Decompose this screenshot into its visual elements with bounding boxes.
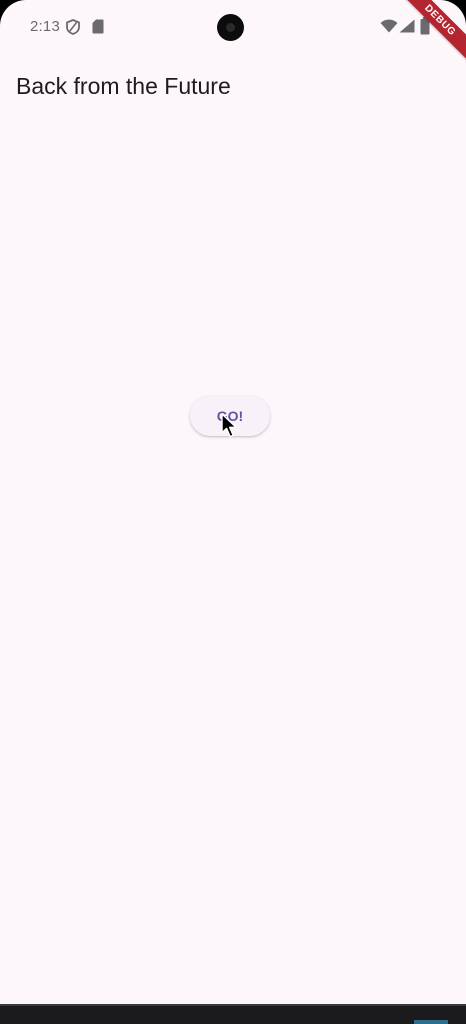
bottom-bezel <box>0 1004 466 1024</box>
status-time: 2:13 <box>30 18 60 35</box>
page-title: Back from the Future <box>16 73 231 99</box>
sd-card-icon <box>92 19 104 34</box>
bezel-mark <box>414 1020 448 1024</box>
camera-cutout <box>217 14 244 41</box>
status-bar: 2:13 <box>0 0 466 56</box>
phone-screen: 2:13 DEBUG Back from the Future GO! <box>0 0 466 1004</box>
bezel-edge <box>0 1004 466 1006</box>
wifi-icon <box>380 19 398 33</box>
app-bar: Back from the Future <box>0 56 466 120</box>
mouse-cursor-icon <box>221 413 237 438</box>
signal-icon <box>399 19 415 33</box>
shield-icon <box>66 19 80 35</box>
